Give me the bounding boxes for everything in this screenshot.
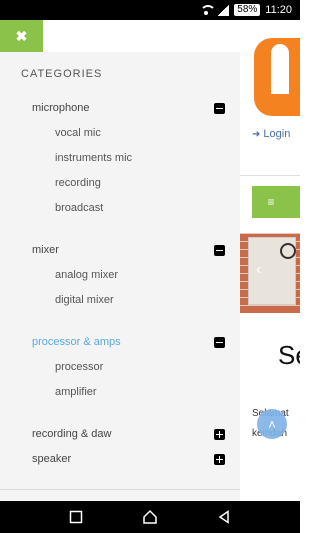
subcategory-recording[interactable]: recording	[55, 177, 101, 189]
subcategory-instruments-mic[interactable]: instruments mic	[55, 152, 132, 164]
header-divider	[240, 175, 300, 176]
section-heading: Se	[278, 340, 300, 370]
chevron-up-icon: ˄	[268, 416, 276, 432]
scroll-to-top-button[interactable]: ˄	[257, 409, 287, 439]
drawer-divider	[0, 489, 240, 490]
signal-icon	[217, 4, 230, 16]
subcategory-digital-mixer[interactable]: digital mixer	[55, 294, 114, 306]
hamburger-icon: ≡	[267, 195, 275, 209]
category-label: processor & amps	[32, 336, 121, 348]
recents-icon[interactable]	[69, 510, 83, 524]
back-icon[interactable]	[217, 510, 231, 524]
category-label: mixer	[32, 244, 59, 256]
status-bar: 58% 11:20	[0, 0, 300, 20]
close-icon: ✖	[15, 27, 28, 44]
subcategory-broadcast[interactable]: broadcast	[55, 202, 103, 214]
category-recording-daw[interactable]: recording & daw	[32, 425, 225, 443]
banner-image[interactable]: ‹	[240, 233, 300, 313]
subcategory-vocal-mic[interactable]: vocal mic	[55, 127, 101, 139]
expand-icon[interactable]	[214, 428, 225, 440]
system-nav-bar	[0, 501, 300, 533]
category-mixer[interactable]: mixer	[32, 241, 225, 259]
category-microphone[interactable]: microphone	[32, 99, 225, 117]
category-label: microphone	[32, 102, 90, 114]
login-link[interactable]: ➜ Login	[252, 128, 290, 140]
battery-indicator: 58%	[234, 4, 261, 16]
login-label: Login	[263, 128, 291, 140]
collapse-icon[interactable]	[214, 244, 225, 256]
subcategory-amplifier[interactable]: amplifier	[55, 386, 97, 398]
category-processor-amps[interactable]: processor & amps	[32, 333, 225, 351]
home-icon[interactable]	[142, 509, 158, 525]
collapse-icon[interactable]	[214, 102, 225, 114]
category-label: recording & daw	[32, 428, 112, 440]
category-speaker[interactable]: speaker	[32, 450, 225, 468]
drawer-header	[43, 20, 240, 52]
subcategory-processor[interactable]: processor	[55, 361, 103, 373]
clock: 11:20	[265, 4, 292, 16]
collapse-icon[interactable]	[214, 336, 225, 348]
categories-heading: CATEGORIES	[21, 68, 103, 80]
category-label: speaker	[32, 453, 72, 465]
login-icon: ➜	[252, 128, 261, 140]
banner-doodle	[280, 243, 296, 259]
expand-icon[interactable]	[214, 453, 225, 465]
wifi-icon	[200, 5, 212, 15]
logo-letter-shape	[271, 44, 289, 94]
page-content: ➜ Login ≡ ‹ Se Selamat keindah ˄	[240, 20, 300, 501]
menu-button[interactable]: ≡	[252, 186, 300, 218]
subcategory-analog-mixer[interactable]: analog mixer	[55, 269, 118, 281]
category-drawer: ✖ CATEGORIES microphone vocal mic instru…	[0, 20, 240, 501]
slider-prev-icon[interactable]: ‹	[256, 261, 261, 279]
close-drawer-button[interactable]: ✖	[0, 20, 43, 52]
